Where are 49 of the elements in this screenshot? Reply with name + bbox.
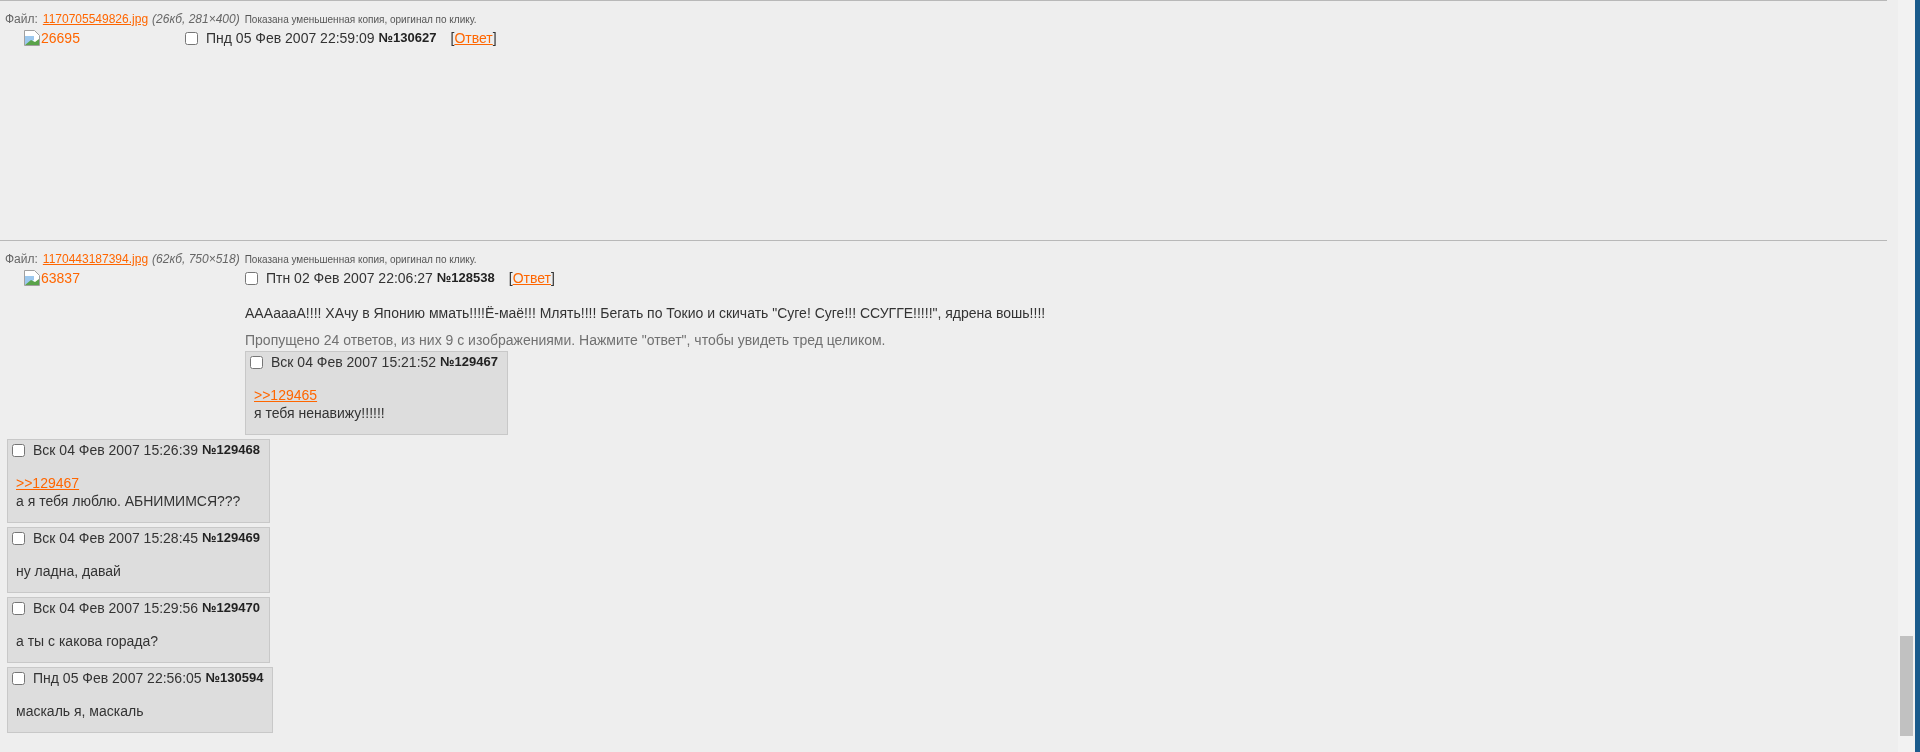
file-name-link[interactable]: 1170705549826.jpg	[42, 11, 149, 27]
file-name-link[interactable]: 1170443187394.jpg	[42, 251, 149, 267]
checkbox[interactable]	[245, 271, 258, 285]
scrollbar-thumb[interactable]	[1900, 636, 1913, 736]
broken-image-icon	[24, 270, 40, 286]
date-text: Пнд 05 Фев 2007 22:56:05	[33, 669, 202, 687]
close-bracket: ]	[492, 29, 497, 47]
reply-link[interactable]: Ответ	[454, 29, 493, 47]
file-size-text: (26кб, 281×400)	[152, 11, 240, 27]
date-text: Пнд 05 Фев 2007 22:59:09	[206, 29, 375, 47]
file-label: Файл:	[5, 11, 38, 27]
quote-link[interactable]: >>129465	[254, 387, 318, 403]
thumbnail-note: Показана уменьшенная копия, оригинал по клику.	[244, 253, 477, 267]
date-text: Вск 04 Фев 2007 15:26:39	[33, 441, 199, 459]
post-number-link[interactable]: №128538	[436, 269, 495, 287]
checkbox[interactable]	[185, 31, 198, 45]
post-message: маскаль я, маскаль	[16, 702, 144, 720]
thumbnail-note: Показана уменьшенная копия, оригинал по клику.	[244, 13, 477, 27]
quote-link[interactable]: >>129467	[16, 475, 80, 491]
open-bracket: [	[508, 269, 513, 287]
post-number-link[interactable]: №130627	[378, 29, 437, 47]
post-message: а я тебя люблю. АБНИМИМСЯ???	[16, 492, 241, 510]
post-number-link[interactable]: №129469	[202, 529, 260, 547]
close-bracket: ]	[550, 269, 555, 287]
post-message: АААаааА!!!! ХАчу в Японию ммать!!!!Ё-маё!!! Млять!!!! Бегать по Токио и скичать "Суге! Суге!!! ССУГГЕ!!!!!", ядрена вошь!!!!	[245, 304, 1046, 322]
date-text: Вск 04 Фев 2007 15:28:45	[33, 529, 199, 547]
file-label: Файл:	[5, 251, 38, 267]
date-text: Птн 02 Фев 2007 22:06:27	[266, 269, 433, 287]
file-size-text: (62кб, 750×518)	[152, 251, 240, 267]
checkbox[interactable]	[12, 531, 25, 545]
post-number-link[interactable]: №130594	[205, 669, 264, 687]
thumbnail-link[interactable]: 63837	[41, 270, 80, 286]
date-text: Вск 04 Фев 2007 15:21:52	[271, 353, 437, 371]
omitted-replies-note: Пропущено 24 ответов, из них 9 с изображениями. Нажмите "ответ", чтобы увидеть тред целиком.	[245, 331, 886, 349]
post-message: я тебя ненавижу!!!!!!	[254, 404, 385, 422]
thumbnail-link[interactable]: 26695	[41, 30, 80, 46]
post-message: а ты с какова горада?	[16, 632, 159, 650]
post-message: ну ладна, давай	[16, 562, 121, 580]
checkbox[interactable]	[12, 443, 25, 457]
post-number-link[interactable]: №129470	[202, 599, 260, 617]
broken-image-icon	[24, 30, 40, 46]
checkbox[interactable]	[12, 671, 25, 685]
post-number-link[interactable]: №129467	[440, 353, 498, 371]
open-bracket: [	[450, 29, 455, 47]
post-number-link[interactable]: №129468	[202, 441, 260, 459]
checkbox[interactable]	[250, 355, 263, 369]
date-text: Вск 04 Фев 2007 15:29:56	[33, 599, 199, 617]
checkbox[interactable]	[12, 601, 25, 615]
scrollbar[interactable]	[1898, 0, 1915, 752]
